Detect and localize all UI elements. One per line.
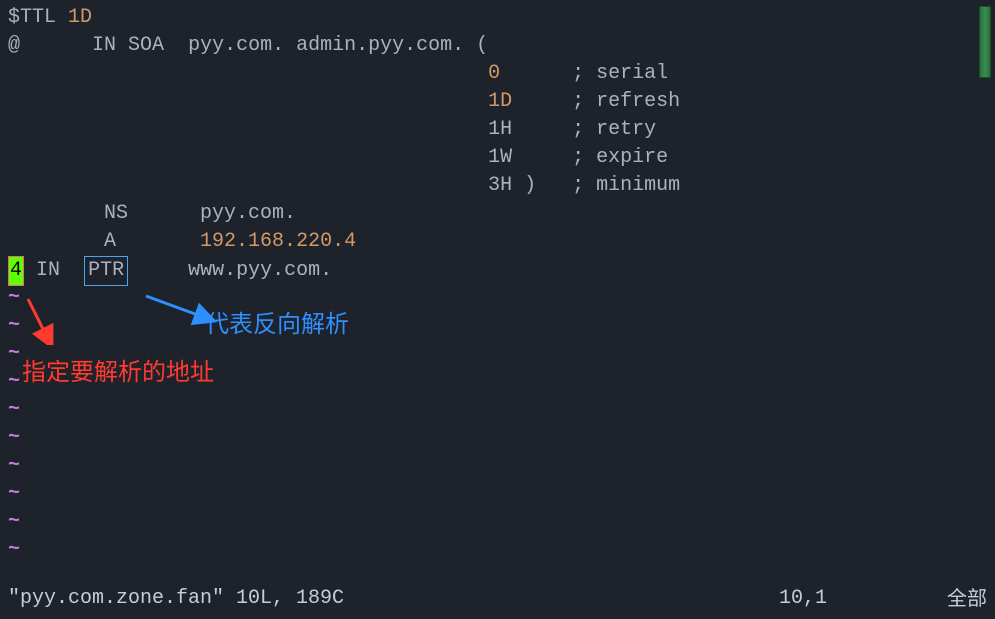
- expire-value: 1W: [488, 146, 512, 169]
- tilde-marker: ~: [8, 482, 20, 505]
- code-line-7: 3H ) ; minimum: [8, 172, 987, 200]
- ns-record: NS: [104, 202, 128, 225]
- ttl-directive: $TTL: [8, 6, 56, 29]
- tilde-line: ~: [8, 424, 987, 452]
- tilde-marker: ~: [8, 370, 20, 393]
- red-annotation-text: 指定要解析的地址: [22, 356, 214, 390]
- code-line-6: 1W ; expire: [8, 144, 987, 172]
- retry-comment: ; retry: [572, 118, 656, 141]
- vim-status-bar: "pyy.com.zone.fan" 10L, 189C 10,1 全部: [8, 585, 987, 613]
- ptr-keyword-box: PTR: [84, 256, 128, 286]
- tilde-marker: ~: [8, 454, 20, 477]
- code-line-4: 1D ; refresh: [8, 88, 987, 116]
- tilde-marker: ~: [8, 314, 20, 337]
- editor-content[interactable]: $TTL 1D @ IN SOA pyy.com. admin.pyy.com.…: [0, 0, 995, 568]
- serial-value: 0: [488, 62, 500, 85]
- tilde-line: ~: [8, 396, 987, 424]
- code-line-5: 1H ; retry: [8, 116, 987, 144]
- tilde-marker: ~: [8, 538, 20, 561]
- a-ip: 192.168.220.4: [200, 230, 356, 253]
- tilde-marker: ~: [8, 286, 20, 309]
- ttl-value: 1D: [68, 6, 92, 29]
- code-line-9: A 192.168.220.4: [8, 228, 987, 256]
- ptr-in: IN: [36, 259, 60, 282]
- a-record: A: [104, 230, 116, 253]
- tilde-line: ~: [8, 480, 987, 508]
- code-line-3: 0 ; serial: [8, 60, 987, 88]
- tilde-marker: ~: [8, 426, 20, 449]
- code-line-10: 4 IN PTR www.pyy.com.: [8, 256, 987, 284]
- ns-domain: pyy.com.: [200, 202, 296, 225]
- soa-keyword: IN SOA: [92, 34, 164, 57]
- tilde-marker: ~: [8, 342, 20, 365]
- tilde-line: ~: [8, 536, 987, 564]
- red-arrow-icon: [20, 295, 60, 345]
- soa-domain: pyy.com. admin.pyy.com. (: [188, 34, 488, 57]
- tilde-line: ~: [8, 452, 987, 480]
- retry-value: 1H: [488, 118, 512, 141]
- tilde-marker: ~: [8, 510, 20, 533]
- tilde-marker: ~: [8, 398, 20, 421]
- ptr-number-cursor: 4: [8, 256, 24, 286]
- minimum-comment: ; minimum: [572, 174, 680, 197]
- tilde-line: ~: [8, 508, 987, 536]
- code-line-2: @ IN SOA pyy.com. admin.pyy.com. (: [8, 32, 987, 60]
- scrollbar-thumb[interactable]: [979, 6, 991, 78]
- origin-symbol: @: [8, 34, 20, 57]
- refresh-value: 1D: [488, 90, 512, 113]
- serial-comment: ; serial: [572, 62, 668, 85]
- status-cursor-position: 10,1: [779, 585, 827, 613]
- ptr-domain: www.pyy.com.: [188, 259, 332, 282]
- blue-annotation-text: 代表反向解析: [205, 308, 349, 342]
- code-line-1: $TTL 1D: [8, 4, 987, 32]
- minimum-value: 3H ): [488, 174, 536, 197]
- refresh-comment: ; refresh: [572, 90, 680, 113]
- code-line-8: NS pyy.com.: [8, 200, 987, 228]
- expire-comment: ; expire: [572, 146, 668, 169]
- status-mode: 全部: [947, 585, 987, 613]
